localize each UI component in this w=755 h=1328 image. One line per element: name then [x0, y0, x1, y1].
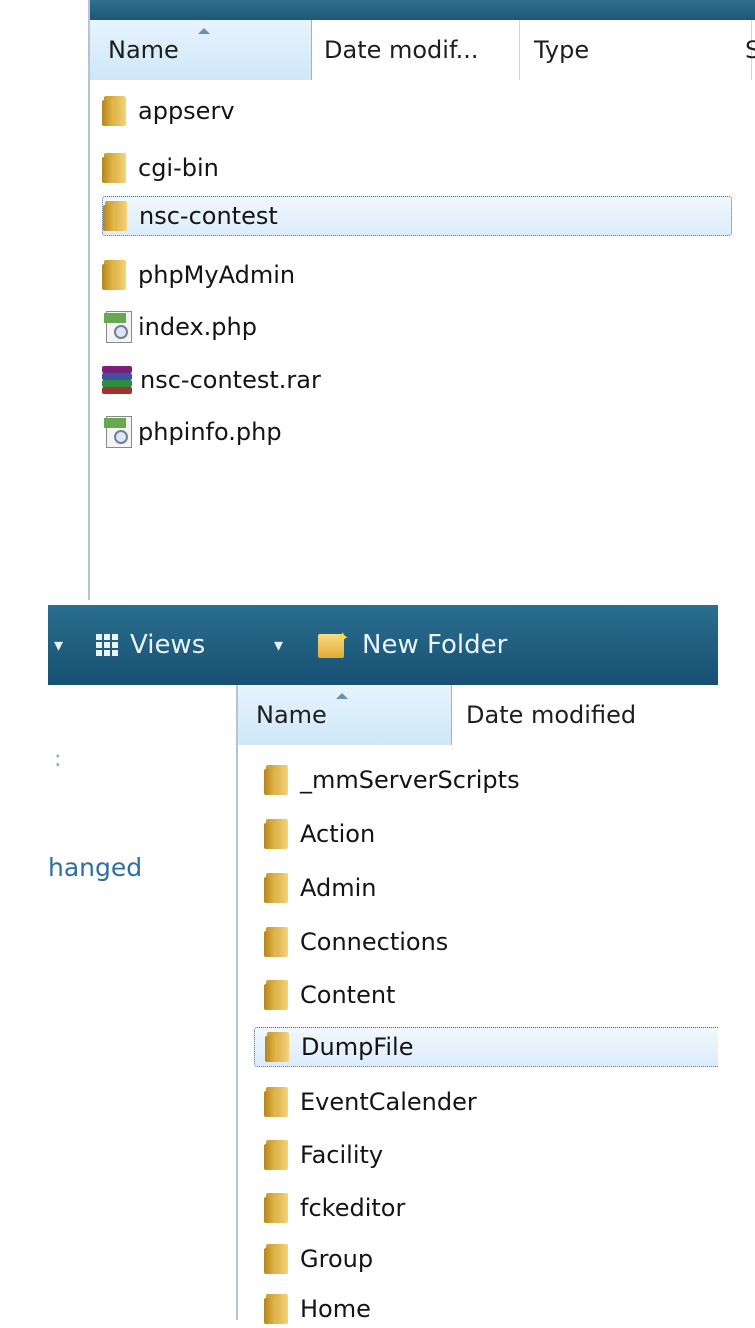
- file-name: _mmServerScripts: [300, 766, 520, 794]
- views-dropdown-chevron-icon[interactable]: ▾: [274, 605, 283, 685]
- explorer-toolbar: ▾ Views ▾ ✦ New Folder: [48, 605, 718, 685]
- file-name: Action: [300, 820, 376, 848]
- right-margin: [718, 605, 755, 1320]
- list-item-facility[interactable]: Facility: [264, 1136, 383, 1174]
- folder-icon: [102, 96, 130, 126]
- folder-icon: [102, 260, 130, 290]
- list-item-cgi-bin[interactable]: cgi-bin: [102, 149, 219, 187]
- column-label-size: S: [745, 36, 755, 64]
- file-name: index.php: [138, 313, 257, 341]
- column-label-name: Name: [256, 701, 327, 729]
- file-name: fckeditor: [300, 1194, 406, 1222]
- list-item-mmserverscripts[interactable]: _mmServerScripts: [264, 761, 520, 799]
- file-name: phpMyAdmin: [138, 261, 296, 289]
- new-folder-button[interactable]: ✦ New Folder: [318, 605, 507, 685]
- column-header-date-modified[interactable]: Date modified: [452, 685, 718, 745]
- file-name: Group: [300, 1245, 374, 1273]
- folder-icon: [264, 1140, 292, 1170]
- column-label-type: Type: [534, 36, 590, 64]
- column-header-name[interactable]: Name: [90, 20, 312, 80]
- folder-icon: [264, 819, 292, 849]
- list-item-eventcalender[interactable]: EventCalender: [264, 1083, 477, 1121]
- folder-icon: [264, 1244, 292, 1274]
- list-item-dumpfile[interactable]: DumpFile: [254, 1027, 722, 1067]
- php-file-icon: [102, 311, 132, 343]
- file-name: DumpFile: [301, 1033, 414, 1061]
- chevron-down-icon[interactable]: ▾: [54, 605, 63, 685]
- views-grid-icon: [96, 634, 118, 656]
- column-header-size[interactable]: S: [745, 20, 755, 80]
- list-item-nsc-contest[interactable]: nsc-contest: [102, 196, 732, 236]
- sort-ascending-icon: [336, 693, 348, 699]
- nav-link-changed[interactable]: hanged: [48, 853, 142, 882]
- file-name: cgi-bin: [138, 154, 219, 182]
- file-name: Content: [300, 981, 396, 1009]
- column-label-date: Date modif...: [324, 36, 479, 64]
- list-item-index-php[interactable]: index.php: [102, 308, 257, 346]
- folder-icon: [264, 765, 292, 795]
- column-label-name: Name: [108, 36, 179, 64]
- file-name: EventCalender: [300, 1088, 477, 1116]
- bottom-file-list: Name Date modified _mmServerScripts Acti…: [238, 685, 722, 1324]
- top-file-list: Name Date modif... Type S appserv cgi-bi…: [90, 20, 755, 600]
- folder-icon: [264, 1193, 292, 1223]
- sort-ascending-icon: [198, 28, 210, 34]
- list-item-admin[interactable]: Admin: [264, 869, 377, 907]
- column-header-name[interactable]: Name: [238, 685, 452, 745]
- file-name: appserv: [138, 97, 235, 125]
- folder-icon: [264, 980, 292, 1010]
- bottom-navigation-pane: : hanged: [48, 685, 238, 1320]
- nav-fragment-text: :: [54, 747, 62, 772]
- top-navigation-pane: [0, 0, 90, 600]
- top-window-titlebar: [0, 0, 755, 20]
- folder-icon: [103, 201, 131, 231]
- column-header-date-modified[interactable]: Date modif...: [312, 20, 520, 80]
- list-item-nsc-contest-rar[interactable]: nsc-contest.rar: [102, 361, 321, 399]
- folder-icon: [264, 1087, 292, 1117]
- column-label-date: Date modified: [466, 701, 637, 729]
- views-button[interactable]: Views: [96, 605, 205, 685]
- views-label: Views: [130, 630, 206, 660]
- list-item-phpmyadmin[interactable]: phpMyAdmin: [102, 256, 295, 294]
- file-name: nsc-contest.rar: [140, 366, 321, 394]
- list-item-content[interactable]: Content: [264, 976, 395, 1014]
- list-item-appserv[interactable]: appserv: [102, 92, 235, 130]
- folder-icon: [264, 873, 292, 903]
- folder-icon: [102, 153, 130, 183]
- list-item-action[interactable]: Action: [264, 815, 375, 853]
- column-header-type[interactable]: Type: [520, 20, 752, 80]
- new-folder-label: New Folder: [362, 630, 508, 660]
- file-name: Facility: [300, 1141, 384, 1169]
- list-item-fckeditor[interactable]: fckeditor: [264, 1189, 405, 1227]
- list-item-connections[interactable]: Connections: [264, 923, 448, 961]
- folder-icon: [265, 1032, 293, 1062]
- rar-archive-icon: [102, 364, 134, 396]
- file-name: phpinfo.php: [138, 418, 282, 446]
- list-item-group[interactable]: Group: [264, 1240, 373, 1278]
- list-item-phpinfo-php[interactable]: phpinfo.php: [102, 413, 282, 451]
- file-name: nsc-contest: [139, 202, 278, 230]
- file-name: Admin: [300, 874, 377, 902]
- php-file-icon: [102, 416, 132, 448]
- new-folder-icon: ✦: [318, 630, 352, 660]
- file-name: Home: [300, 1295, 371, 1323]
- folder-icon: [264, 927, 292, 957]
- file-name: Connections: [300, 928, 449, 956]
- list-item-home[interactable]: Home: [264, 1290, 371, 1328]
